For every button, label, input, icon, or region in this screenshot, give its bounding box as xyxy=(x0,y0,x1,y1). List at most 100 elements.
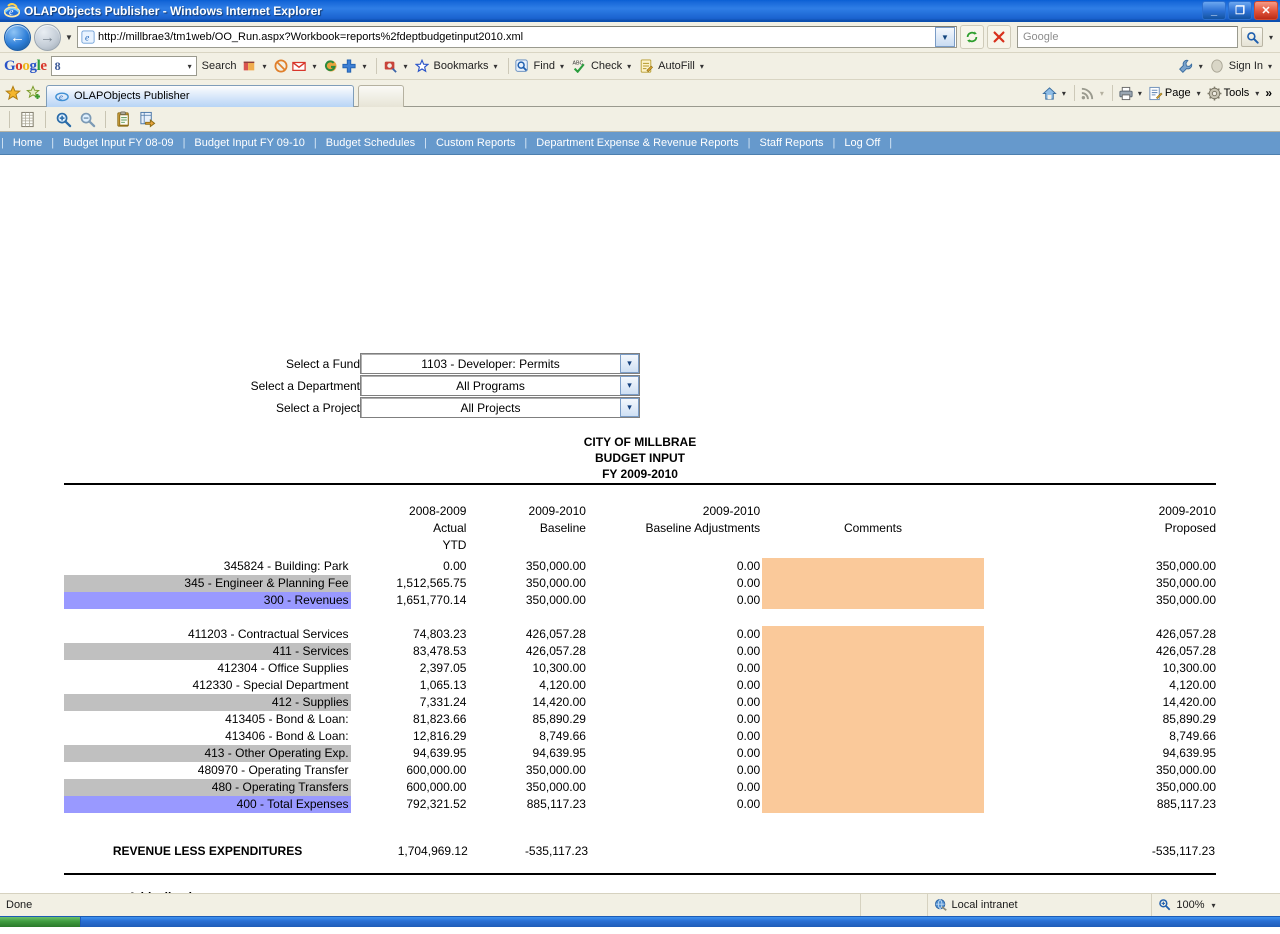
nav-item-budget-input-fy-09-10[interactable]: Budget Input FY 09-10 xyxy=(186,137,313,149)
start-button[interactable] xyxy=(0,917,81,927)
url-dropdown-icon[interactable]: ▼ xyxy=(935,27,955,47)
add-favorite-icon[interactable] xyxy=(25,85,42,102)
close-button[interactable]: ✕ xyxy=(1254,1,1278,20)
cell-baseline-adjustment[interactable]: 0.00 xyxy=(590,711,762,728)
autofill-caret-icon[interactable]: ▾ xyxy=(697,62,707,71)
nav-item-staff-reports[interactable]: Staff Reports xyxy=(752,137,832,149)
history-dropdown-icon[interactable]: ▼ xyxy=(64,33,74,42)
nav-item-budget-schedules[interactable]: Budget Schedules xyxy=(318,137,423,149)
cell-baseline-adjustment[interactable]: 0.00 xyxy=(590,779,762,796)
cell-baseline-adjustment[interactable]: 0.00 xyxy=(590,626,762,643)
star-icon[interactable] xyxy=(414,58,429,73)
check-button[interactable]: Check ▾ xyxy=(590,60,635,72)
spellcheck-icon[interactable]: ABC xyxy=(572,59,586,74)
stop-button[interactable] xyxy=(987,25,1011,49)
cell-comment[interactable] xyxy=(762,626,984,813)
cell-baseline-adjustment[interactable]: 0.00 xyxy=(590,660,762,677)
search-input[interactable]: Google xyxy=(1020,31,1235,43)
cell-baseline-adjustment[interactable]: 0.00 xyxy=(590,728,762,745)
url-bar[interactable]: e http://millbrae3/tm1web/OO_Run.aspx?Wo… xyxy=(77,26,957,48)
add-plus-icon[interactable] xyxy=(341,59,356,73)
bookmarks-caret-icon[interactable]: ▾ xyxy=(260,62,270,71)
gear-icon[interactable] xyxy=(1207,86,1222,101)
bookmarks-book-icon[interactable] xyxy=(242,59,256,73)
sign-in-caret-icon[interactable]: ▾ xyxy=(1265,62,1275,71)
google-search-caret-icon[interactable]: ▾ xyxy=(185,62,195,71)
chevron-down-icon[interactable]: ▾ xyxy=(620,376,639,395)
google-search-input[interactable]: 8 xyxy=(55,59,185,74)
cell-baseline-adjustment[interactable]: 0.00 xyxy=(590,677,762,694)
print-icon[interactable] xyxy=(1118,86,1133,101)
maximize-button[interactable]: ❐ xyxy=(1228,1,1252,20)
select-fund-dropdown[interactable]: 1103 - Developer: Permits ▾ xyxy=(360,353,640,374)
cell-baseline-adjustment[interactable]: 0.00 xyxy=(590,762,762,779)
google-settings-caret-icon[interactable]: ▾ xyxy=(1196,62,1206,71)
select-department-dropdown[interactable]: All Programs ▾ xyxy=(360,375,640,396)
new-tab-button[interactable] xyxy=(358,84,404,107)
refresh-button[interactable] xyxy=(960,25,984,49)
autofill-button[interactable]: AutoFill ▾ xyxy=(657,60,708,72)
add-caret-icon[interactable]: ▾ xyxy=(360,62,370,71)
search-provider-caret-icon[interactable]: ▾ xyxy=(1266,33,1276,42)
grid-view-icon[interactable] xyxy=(17,109,38,129)
page-caret-icon[interactable]: ▾ xyxy=(1194,89,1204,98)
google-bookmarks-button[interactable]: Bookmarks ▾ xyxy=(433,60,502,72)
tools-caret-icon[interactable]: ▾ xyxy=(1252,89,1262,98)
search-go-button[interactable] xyxy=(1241,27,1263,47)
page-icon[interactable] xyxy=(1148,86,1163,101)
print-caret-icon[interactable]: ▾ xyxy=(1135,89,1145,98)
cell-baseline-adjustment[interactable]: 0.00 xyxy=(590,643,762,660)
wrench-icon[interactable] xyxy=(1178,59,1192,73)
gmail-caret-icon[interactable]: ▾ xyxy=(310,62,320,71)
sign-in-button[interactable]: Sign In ▾ xyxy=(1228,60,1276,72)
home-caret-icon[interactable]: ▾ xyxy=(1059,89,1069,98)
share-caret-icon[interactable]: ▾ xyxy=(401,62,411,71)
google-bookmarks-caret-icon[interactable]: ▾ xyxy=(491,62,501,71)
home-icon[interactable] xyxy=(1042,86,1057,100)
nav-item-home[interactable]: Home xyxy=(5,137,50,149)
tools-menu-label[interactable]: Tools xyxy=(1224,87,1250,99)
gmail-icon[interactable] xyxy=(291,59,306,73)
zoom-caret-icon[interactable]: ▾ xyxy=(1209,901,1219,910)
minimize-button[interactable]: _ xyxy=(1202,1,1226,20)
forward-button[interactable]: → xyxy=(34,23,61,51)
feeds-caret-icon: ▾ xyxy=(1099,88,1104,98)
nav-item-log-off[interactable]: Log Off xyxy=(836,137,888,149)
nav-item-department-expense-revenue-reports[interactable]: Department Expense & Revenue Reports xyxy=(528,137,746,149)
feeds-icon[interactable] xyxy=(1080,86,1094,100)
cell-baseline-adjustment[interactable]: 0.00 xyxy=(590,558,762,575)
back-button[interactable]: ← xyxy=(4,23,31,51)
blocked-popup-icon[interactable] xyxy=(274,59,288,73)
nav-item-custom-reports[interactable]: Custom Reports xyxy=(428,137,523,149)
select-project-dropdown[interactable]: All Projects ▾ xyxy=(360,397,640,418)
google-search-button[interactable]: Search xyxy=(201,60,238,72)
overflow-chevrons-icon[interactable]: » xyxy=(1265,86,1276,100)
zoom-control[interactable]: 100% ▾ xyxy=(1152,894,1280,916)
find-button[interactable]: Find ▾ xyxy=(533,60,568,72)
chevron-down-icon[interactable]: ▾ xyxy=(620,398,639,417)
export-icon[interactable] xyxy=(137,109,158,129)
cell-comment[interactable] xyxy=(762,558,984,609)
zoom-in-icon[interactable] xyxy=(53,109,74,129)
clipboard-icon[interactable] xyxy=(113,109,134,129)
cell-baseline-adjustment[interactable]: 0.00 xyxy=(590,796,762,813)
cell-baseline-adjustment[interactable]: 0.00 xyxy=(590,575,762,592)
find-magnifier-icon[interactable] xyxy=(514,59,529,73)
share-icon[interactable] xyxy=(383,59,397,73)
find-caret-icon[interactable]: ▾ xyxy=(557,62,567,71)
chevron-down-icon[interactable]: ▾ xyxy=(620,354,639,373)
autofill-icon[interactable] xyxy=(639,59,654,73)
google-reader-icon[interactable] xyxy=(324,59,338,73)
zoom-out-icon[interactable] xyxy=(77,109,98,129)
security-zone[interactable]: Local intranet xyxy=(928,894,1153,916)
browser-tab-active[interactable]: e OLAPObjects Publisher xyxy=(46,84,354,107)
favorites-star-icon[interactable] xyxy=(4,85,21,102)
cell-baseline-adjustment[interactable]: 0.00 xyxy=(590,592,762,609)
cell-baseline-adjustment[interactable]: 0.00 xyxy=(590,745,762,762)
search-box[interactable]: Google xyxy=(1017,26,1238,48)
page-menu-label[interactable]: Page xyxy=(1165,87,1191,99)
nav-item-budget-input-fy-08-09[interactable]: Budget Input FY 08-09 xyxy=(55,137,182,149)
check-caret-icon[interactable]: ▾ xyxy=(624,62,634,71)
cell-baseline-adjustment[interactable]: 0.00 xyxy=(590,694,762,711)
google-search-box[interactable]: 8 ▾ xyxy=(50,56,197,76)
